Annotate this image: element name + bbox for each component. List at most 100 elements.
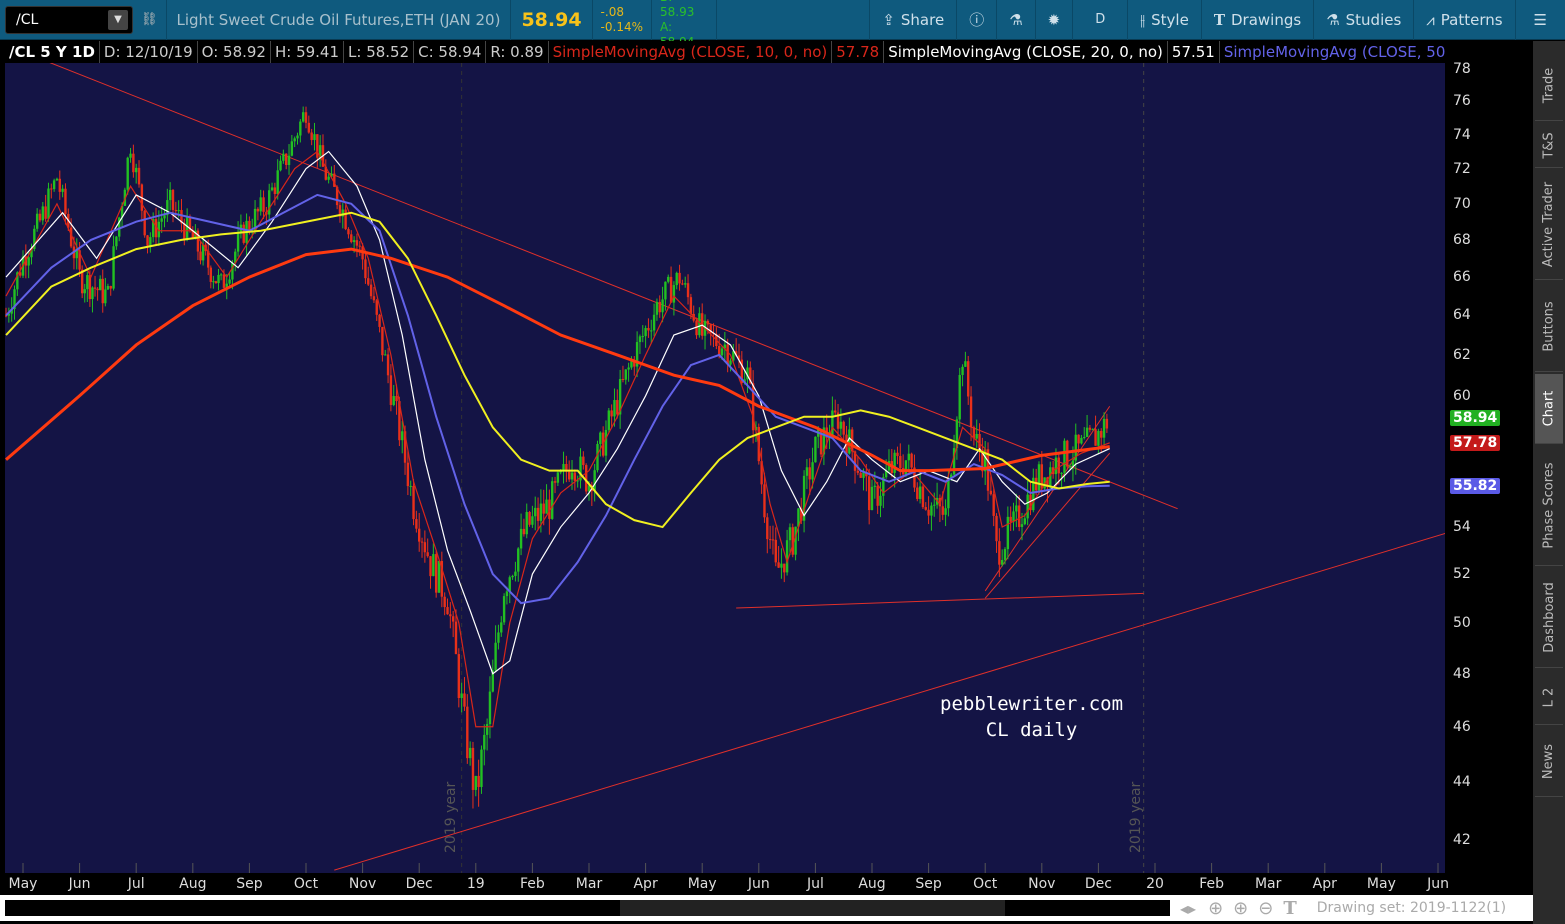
candle-body (514, 571, 517, 576)
settings-button[interactable]: ✹ (1034, 0, 1073, 40)
y-tick-label: 46 (1453, 718, 1471, 735)
candle-body (893, 452, 896, 473)
chart-title: /CL 5 Y 1D (5, 41, 100, 63)
sidebar-tab-active-trader[interactable]: Active Trader (1535, 170, 1563, 280)
candle-body (480, 749, 483, 787)
x-tick-label: 20 (1146, 876, 1164, 892)
horizontal-scrollbar[interactable] (5, 900, 1170, 916)
info-low: L: 58.52 (344, 41, 415, 63)
candle-body (347, 229, 350, 235)
candle-body (839, 421, 843, 429)
zoom-in-icon[interactable]: ⊕ (1233, 898, 1248, 919)
candle-body (41, 206, 45, 221)
share-button[interactable]: ⇪ Share (869, 0, 956, 40)
candle-body (149, 237, 152, 246)
sidebar-tab-dashboard[interactable]: Dashboard (1535, 568, 1563, 668)
candle-body (766, 517, 769, 540)
candle-body (1080, 437, 1083, 444)
candle-body (98, 278, 102, 291)
sma20-label[interactable]: SimpleMovingAvg (CLOSE, 20, 0, no) (884, 41, 1168, 63)
drawing-set-label[interactable]: Drawing set: 2019-1122(1) (1317, 900, 1506, 916)
candle-body (842, 421, 845, 435)
symbol-selector[interactable]: /CL ▼ (5, 5, 133, 34)
studies-button[interactable]: ⚗ Studies (1313, 0, 1413, 40)
candle-body (785, 540, 789, 573)
candle-body (212, 281, 215, 283)
crosshair-icon[interactable]: ⊕ (1208, 898, 1223, 919)
candle-body (304, 112, 308, 123)
bid: B: 58.93 (660, 0, 695, 19)
candle-body (1020, 524, 1024, 527)
flask-button[interactable]: ⚗ (996, 0, 1034, 40)
sidebar-tab-phase-scores[interactable]: Phase Scores (1535, 446, 1563, 566)
drawings-button[interactable]: T Drawings (1200, 0, 1313, 40)
sidebar-tab-trade[interactable]: Trade (1535, 51, 1563, 121)
price-axis[interactable]: 78 76 74 72 70 68 66 64 62 60 54 52 50 48 46 44 42 58.94 5… (1445, 41, 1533, 873)
candle-body (604, 429, 608, 456)
candle-body (794, 526, 797, 555)
candle-body (918, 486, 922, 499)
candle-body (132, 153, 135, 173)
sidebar-tab-label: Phase Scores (1541, 462, 1557, 549)
patterns-button[interactable]: ⩘ Patterns (1413, 0, 1514, 40)
candle-body (811, 462, 814, 480)
sidebar-tab-news[interactable]: News (1535, 727, 1563, 797)
sma10-value: 57.78 (832, 41, 885, 63)
candle-body (115, 236, 118, 247)
sma10-label[interactable]: SimpleMovingAvg (CLOSE, 10, 0, no) (549, 41, 833, 63)
chart-info-bar: /CL 5 Y 1D D: 12/10/19 O: 58.92 H: 59.41… (5, 41, 1489, 63)
candle-body (1083, 437, 1086, 439)
price-badge: 58.94 (1450, 410, 1501, 426)
sidebar-tab-chart[interactable]: Chart (1535, 374, 1563, 444)
info-close: C: 58.94 (414, 41, 487, 63)
zoom-out-icon[interactable]: ⊖ (1258, 898, 1273, 919)
info-button[interactable]: ⓘ (956, 0, 996, 40)
candle-body (502, 596, 506, 623)
candle-body (429, 556, 432, 577)
candle-body (904, 460, 908, 475)
candle-body (47, 188, 50, 219)
candle-body (488, 691, 492, 725)
scrollbar-thumb[interactable] (620, 900, 1005, 916)
drawings-label: Drawings (1230, 10, 1302, 29)
y-tick-label: 70 (1453, 195, 1471, 212)
candle-body (392, 396, 395, 405)
price-chart[interactable]: pebblewriter.com CL daily 2019 year 2019 … (4, 44, 1467, 873)
share-icon: ⇪ (882, 10, 895, 29)
aggregation-button[interactable]: D (1072, 0, 1127, 40)
time-axis[interactable]: May Jun Jul Aug Sep Oct Nov Dec 19 Feb Mar Apr May Ju… (0, 873, 1533, 895)
candle-body (443, 596, 446, 608)
candle-body (989, 490, 993, 495)
candle-body (375, 300, 378, 315)
candle-body (276, 170, 279, 195)
candle-body (607, 410, 611, 430)
candle-body (551, 481, 554, 519)
sidebar-tab-t-s[interactable]: T&S (1535, 123, 1563, 168)
x-tick-label: Nov (348, 876, 377, 892)
candle-body (378, 314, 381, 327)
candle-body (924, 507, 927, 510)
sidebar-tab-l-2[interactable]: L 2 (1535, 670, 1563, 725)
candle-body (768, 539, 772, 541)
x-tick-label: Jun (747, 876, 770, 892)
candle-body (248, 220, 251, 231)
candle-body (327, 176, 330, 180)
chevron-down-icon[interactable]: ▼ (108, 9, 128, 30)
candle-body (242, 224, 245, 243)
candle-body (1003, 549, 1007, 560)
candle-body (143, 210, 146, 236)
watermark-line2: CL daily (985, 719, 1078, 741)
style-button[interactable]: ⫲ Style (1127, 0, 1201, 40)
candle-body (137, 167, 141, 185)
menu-button[interactable]: ☰ (1514, 0, 1565, 40)
candle-body (539, 503, 543, 521)
pan-icon[interactable]: ◂▸ (1180, 899, 1196, 918)
text-T-icon[interactable]: T (1283, 898, 1296, 919)
studies-label: Studies (1345, 10, 1402, 29)
sma-line-sma-10 (5, 150, 1110, 728)
candle-body (1012, 511, 1015, 522)
link-icon[interactable]: ⛓ (141, 12, 158, 27)
sidebar-tab-buttons[interactable]: Buttons (1535, 282, 1563, 372)
flask-icon: ⚗ (1326, 10, 1340, 29)
candle-body (896, 452, 899, 456)
